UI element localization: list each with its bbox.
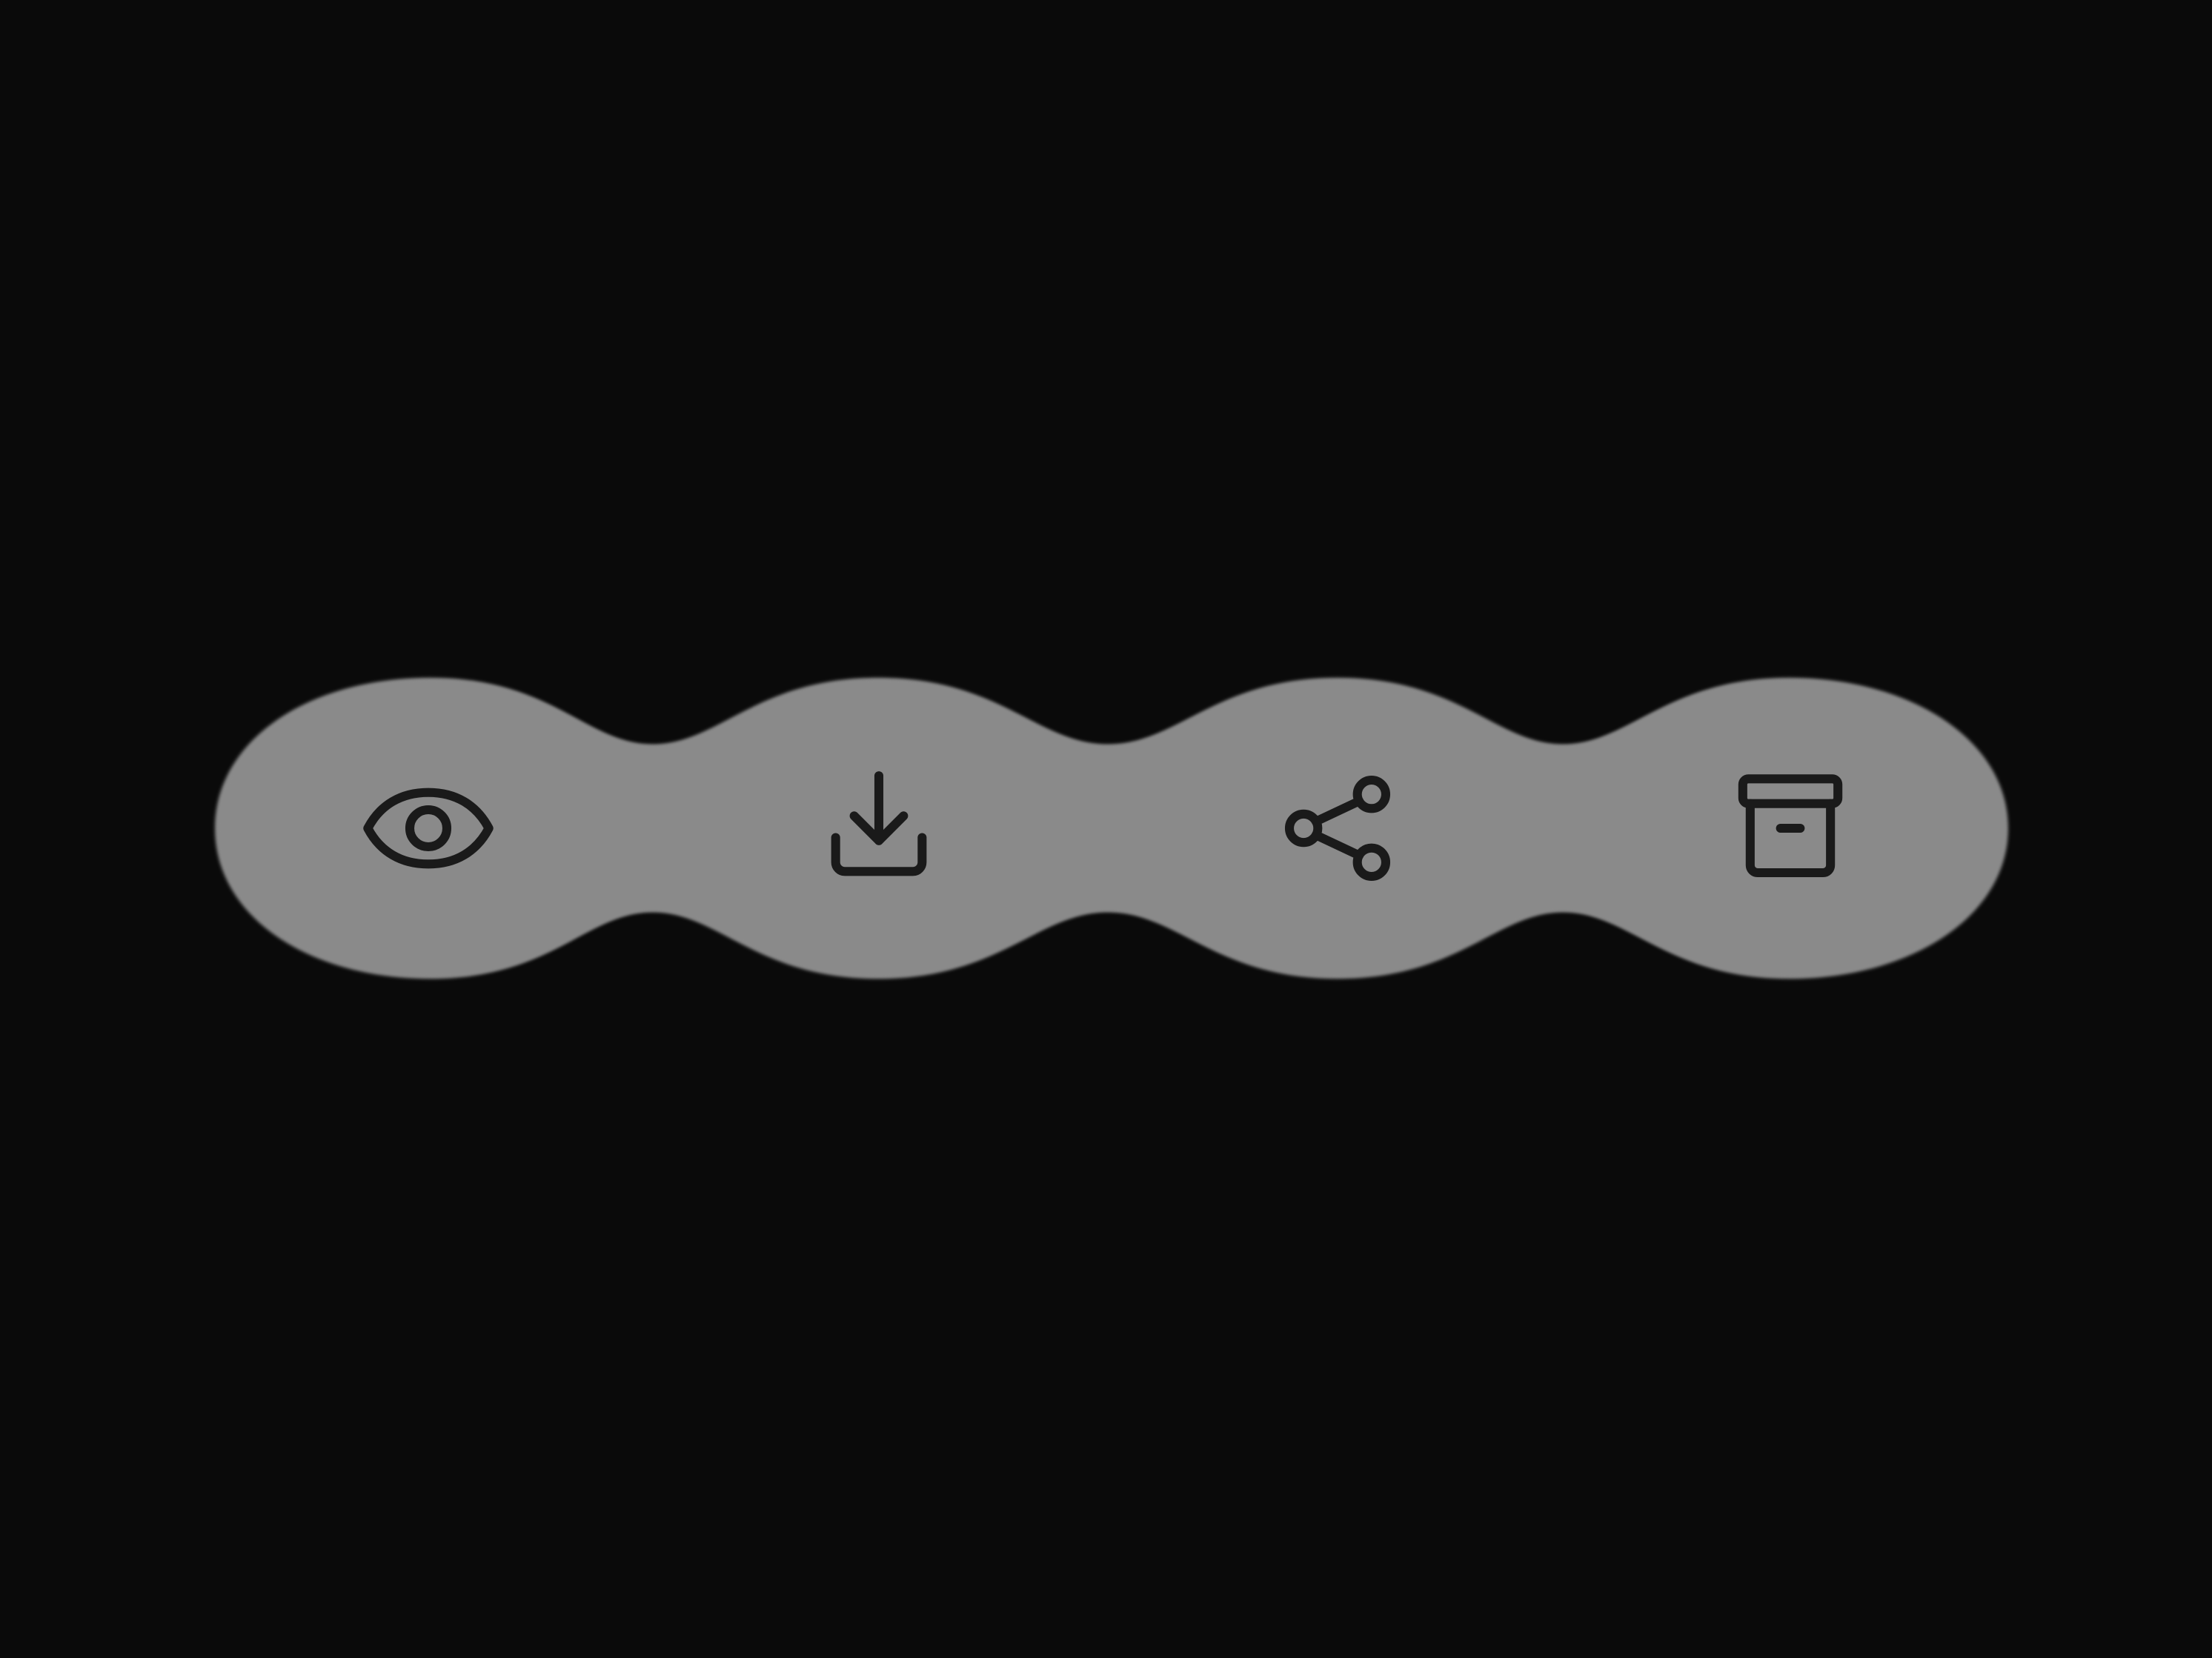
eye-icon (354, 754, 502, 902)
view-button[interactable] (265, 693, 591, 964)
download-icon (805, 754, 953, 902)
archive-button[interactable] (1627, 693, 1953, 964)
share-button[interactable] (1175, 693, 1501, 964)
download-button[interactable] (716, 693, 1042, 964)
archive-icon (1716, 754, 1864, 902)
share-icon (1263, 754, 1412, 902)
canvas (0, 0, 2212, 1658)
